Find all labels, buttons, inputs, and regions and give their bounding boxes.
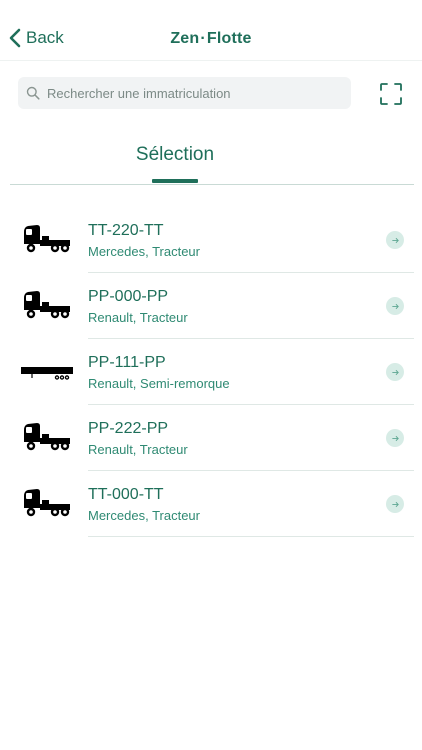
search-field[interactable] xyxy=(18,77,351,109)
search-area xyxy=(0,60,422,120)
vehicle-plate: PP-000-PP xyxy=(88,288,169,305)
vehicle-plate: PP-111-PP xyxy=(88,354,166,371)
app-title-part1: Zen xyxy=(170,30,200,47)
vehicle-description: Mercedes, Tracteur xyxy=(88,508,200,523)
tab-active-indicator xyxy=(152,179,198,183)
vehicle-row[interactable]: PP-222-PP Renault, Tracteur xyxy=(0,405,422,471)
app-title-separator: · xyxy=(200,30,206,47)
section-header: Sélection xyxy=(0,118,422,186)
search-input[interactable] xyxy=(47,85,337,101)
vehicle-description: Renault, Tracteur xyxy=(88,442,188,457)
vehicle-plate: TT-220-TT xyxy=(88,222,164,239)
vehicle-description: Renault, Tracteur xyxy=(88,310,188,325)
app-title: Zen·Flotte xyxy=(0,30,422,48)
search-icon xyxy=(26,86,40,100)
row-divider xyxy=(88,536,414,537)
vehicle-row[interactable]: TT-220-TT Mercedes, Tracteur xyxy=(0,207,422,273)
truck-tractor-icon xyxy=(24,225,70,253)
truck-tractor-icon xyxy=(24,489,70,517)
vehicle-row[interactable]: TT-000-TT Mercedes, Tracteur xyxy=(0,471,422,537)
vehicle-plate: PP-222-PP xyxy=(88,420,169,437)
truck-tractor-icon xyxy=(24,423,70,451)
arrow-right-icon xyxy=(391,369,399,375)
vehicle-plate: TT-000-TT xyxy=(88,486,164,503)
truck-tractor-icon xyxy=(24,291,70,319)
open-vehicle-button[interactable] xyxy=(386,495,404,513)
tab-selection[interactable]: Sélection xyxy=(0,144,350,166)
open-vehicle-button[interactable] xyxy=(386,231,404,249)
app-title-part2: Flotte xyxy=(206,30,252,47)
vehicle-description: Renault, Semi-remorque xyxy=(88,376,230,391)
scan-icon[interactable] xyxy=(379,82,403,106)
semi-trailer-icon xyxy=(21,367,73,380)
open-vehicle-button[interactable] xyxy=(386,429,404,447)
open-vehicle-button[interactable] xyxy=(386,363,404,381)
arrow-right-icon xyxy=(391,501,399,507)
arrow-right-icon xyxy=(391,303,399,309)
vehicle-row[interactable]: PP-111-PP Renault, Semi-remorque xyxy=(0,339,422,405)
vehicle-description: Mercedes, Tracteur xyxy=(88,244,200,259)
open-vehicle-button[interactable] xyxy=(386,297,404,315)
vehicle-row[interactable]: PP-000-PP Renault, Tracteur xyxy=(0,273,422,339)
divider xyxy=(10,184,414,185)
vehicle-list: TT-220-TT Mercedes, Tracteur PP-000-PP R… xyxy=(0,207,422,537)
arrow-right-icon xyxy=(391,237,399,243)
navigation-bar: Back Zen·Flotte xyxy=(0,0,422,61)
arrow-right-icon xyxy=(391,435,399,441)
